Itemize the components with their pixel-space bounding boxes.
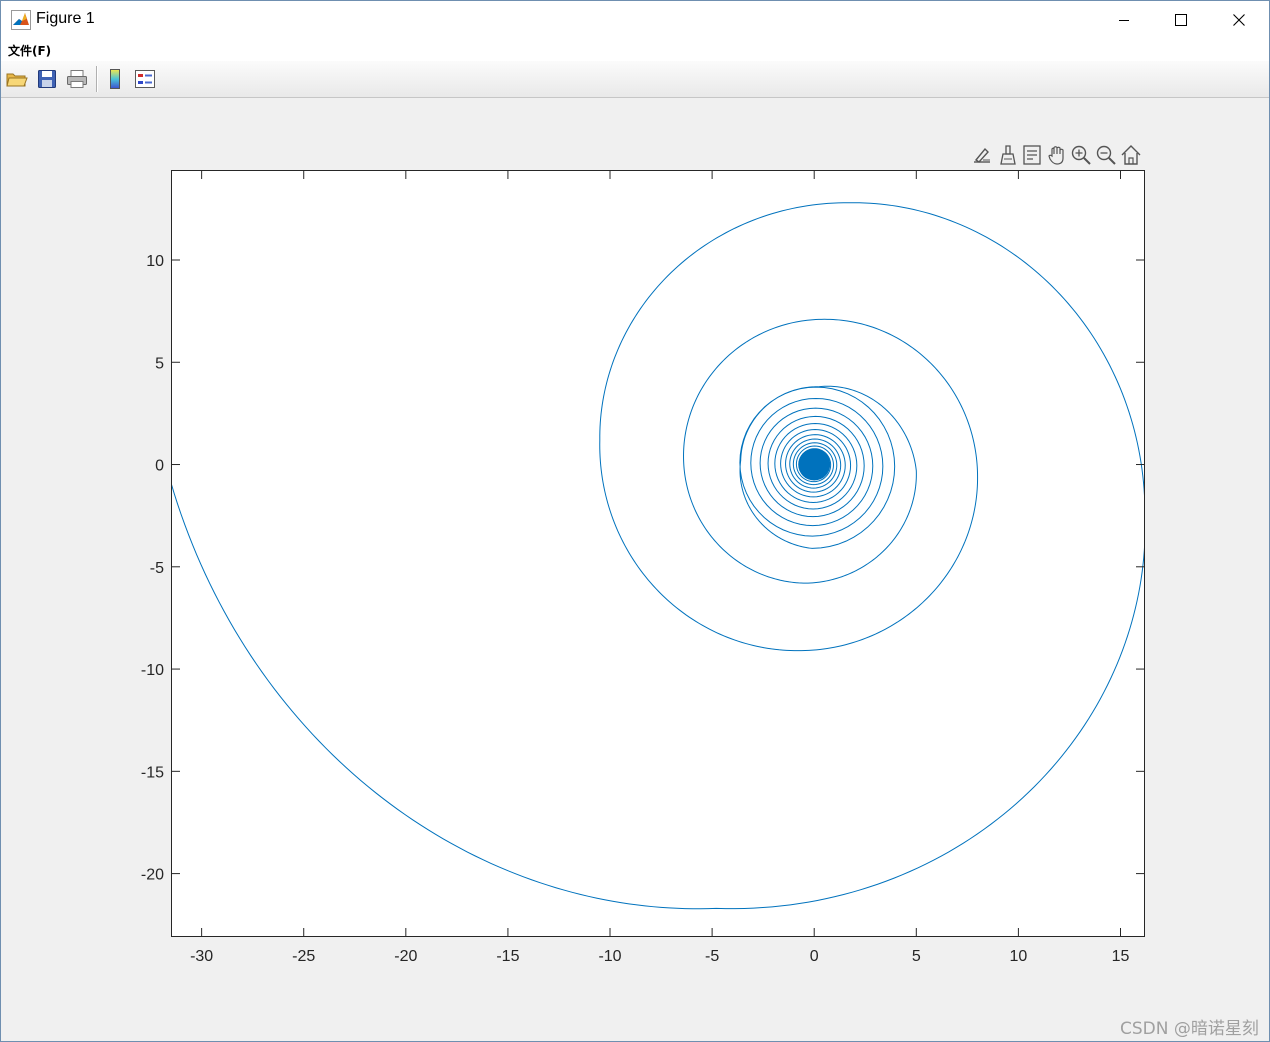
- axes-background: [171, 170, 1145, 937]
- y-tick-label: 0: [155, 458, 164, 475]
- x-tick-label: 15: [1112, 948, 1130, 965]
- x-tick-label: -10: [598, 948, 621, 965]
- y-tick-label: -5: [150, 560, 164, 577]
- x-tick-label: 5: [912, 948, 921, 965]
- y-tick-label: -10: [141, 662, 164, 679]
- x-tick-label: 0: [810, 948, 819, 965]
- y-tick-label: 10: [146, 253, 164, 270]
- figure-window: Figure 1 文件(F) -30 -25 -20 -15 -10 -5 0 …: [0, 0, 1270, 1042]
- x-tick-label: -20: [394, 948, 417, 965]
- x-tick-label: 10: [1010, 948, 1028, 965]
- x-tick-label: -15: [496, 948, 519, 965]
- y-tick-label: -20: [141, 867, 164, 884]
- y-tick-label: 5: [155, 355, 164, 372]
- x-tick-label: -25: [292, 948, 315, 965]
- spiral-center-fill: [798, 448, 831, 481]
- plot-canvas: -30 -25 -20 -15 -10 -5 0 5 10 15 -20 -15 -10 -5 0 5 10: [141, 170, 1145, 965]
- x-tick-label: -5: [705, 948, 719, 965]
- watermark: CSDN @暗诺星刻: [1120, 1019, 1259, 1039]
- y-tick-label: -15: [141, 764, 164, 781]
- x-tick-label: -30: [190, 948, 213, 965]
